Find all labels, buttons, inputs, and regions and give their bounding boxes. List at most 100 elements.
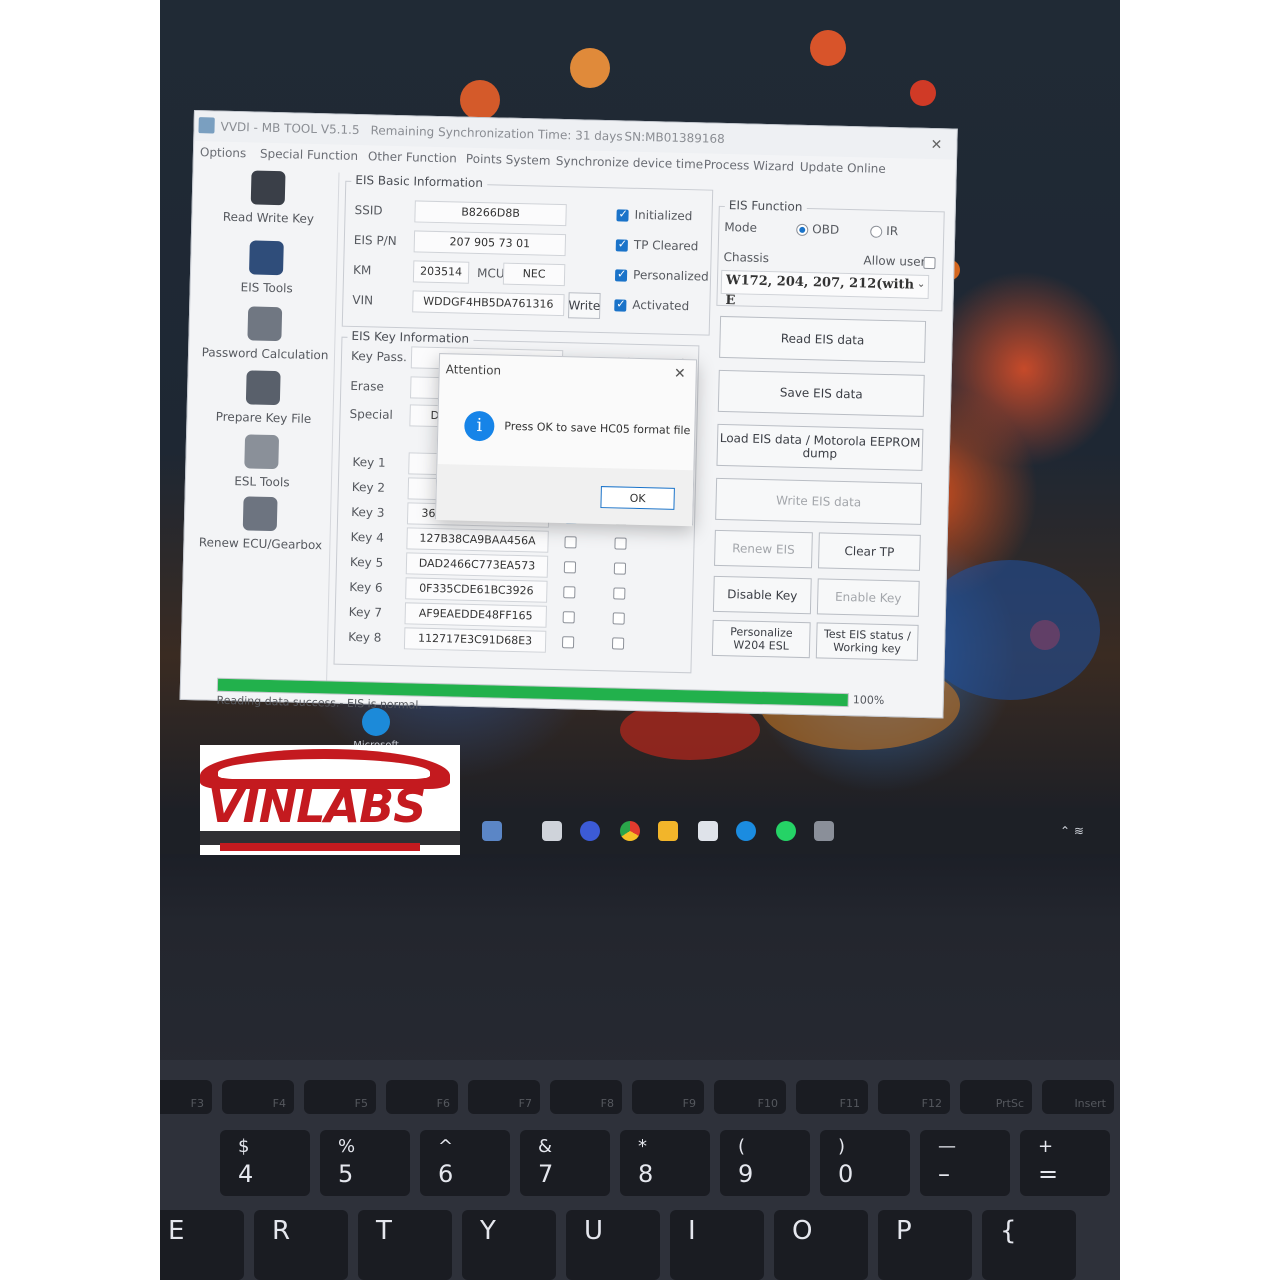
initialized-label: Initialized (634, 207, 693, 224)
ssid-field[interactable]: B8266D8B (414, 200, 567, 227)
allow-user-checkbox[interactable] (923, 256, 936, 270)
sidebar-item-renew-ecu-gearbox[interactable]: Renew ECU/Gearbox (190, 495, 331, 560)
number-key[interactable]: ^ 6 (420, 1130, 510, 1196)
key-value-field[interactable]: 0F335CDE61BC3926 (405, 577, 548, 603)
chassis-select[interactable]: W172, 204, 207, 212(with E (720, 269, 930, 308)
sidebar-item-esl-tools[interactable]: ESL Tools (192, 433, 333, 498)
meet-icon[interactable] (580, 821, 600, 841)
mcu-field[interactable]: NEC (502, 262, 566, 287)
function-key[interactable]: F11 (796, 1080, 868, 1114)
key-checkbox[interactable] (564, 536, 577, 549)
key-checkbox[interactable] (614, 537, 627, 550)
function-key[interactable]: Insert (1042, 1080, 1114, 1114)
letter-key[interactable]: U (566, 1210, 660, 1280)
key-label: Key 5 (349, 554, 384, 570)
vvdi-app-icon[interactable] (814, 821, 834, 841)
key-label: = (1038, 1160, 1059, 1188)
eis-pn-field[interactable]: 207 905 73 01 (413, 230, 567, 257)
key-value-field[interactable]: AF9EAEDDE48FF165 (404, 602, 547, 628)
chrome-icon[interactable] (620, 821, 640, 841)
function-key[interactable]: F5 (304, 1080, 376, 1114)
chevron-down-icon[interactable]: ⌄ (917, 279, 926, 290)
sidebar-item-prepare-key-file[interactable]: Prepare Key File (193, 369, 334, 434)
menu-special-function[interactable]: Special Function (260, 147, 358, 163)
function-key[interactable]: F6 (386, 1080, 458, 1114)
store-icon[interactable] (698, 821, 718, 841)
key-value-field[interactable]: 112717E3C91D68E3 (403, 627, 547, 653)
task-view-icon[interactable] (542, 821, 562, 841)
number-key[interactable]: $4 (220, 1130, 310, 1196)
key-checkbox[interactable] (561, 636, 575, 649)
key-value-field[interactable]: DAD2466C773EA573 (405, 552, 549, 578)
tp-cleared-label: TP Cleared (633, 237, 699, 254)
edge-icon[interactable] (736, 821, 756, 841)
key-checkbox[interactable] (613, 587, 626, 600)
disable-key-button[interactable]: Disable Key (712, 575, 812, 615)
key-checkbox[interactable] (613, 562, 627, 575)
tp-cleared-checkbox[interactable] (615, 239, 628, 252)
letter-key[interactable]: R (254, 1210, 348, 1280)
menu-update-online[interactable]: Update Online (800, 160, 886, 176)
widgets-icon[interactable] (482, 821, 502, 841)
km-field[interactable]: 203514 (412, 260, 470, 284)
letter-key[interactable]: O (774, 1210, 868, 1280)
menu-options[interactable]: Options (200, 145, 247, 160)
vin-write-button[interactable]: Write (568, 292, 601, 319)
letter-key[interactable]: { (982, 1210, 1076, 1280)
serial-number: SN:MB01389168 (624, 129, 725, 146)
load-eis-data-button[interactable]: Load EIS data / Motorola EEPROM dump (716, 423, 924, 471)
sidebar-item-eis-tools[interactable]: EIS Tools (196, 239, 337, 304)
menu-points-system[interactable]: Points System (466, 152, 551, 168)
function-key[interactable]: PrtSc (960, 1080, 1032, 1114)
function-key[interactable]: F10 (714, 1080, 786, 1114)
function-key[interactable]: F9 (632, 1080, 704, 1114)
ok-button[interactable]: OK (600, 486, 675, 510)
close-icon[interactable]: ✕ (930, 137, 942, 153)
key-checkbox[interactable] (612, 612, 625, 625)
function-key[interactable]: F7 (468, 1080, 540, 1114)
logo-underline (220, 843, 420, 851)
close-icon[interactable]: ✕ (674, 366, 686, 382)
key-checkbox[interactable] (611, 637, 625, 650)
function-key[interactable]: F8 (550, 1080, 622, 1114)
key-value-field[interactable]: 127B38CA9BAA456A (406, 527, 549, 553)
activated-checkbox[interactable] (614, 299, 627, 312)
file-explorer-icon[interactable] (658, 821, 678, 841)
number-key[interactable]: & 7 (520, 1130, 610, 1196)
number-key[interactable]: — – (920, 1130, 1010, 1196)
clear-tp-button[interactable]: Clear TP (817, 532, 921, 571)
key-checkbox[interactable] (563, 586, 576, 599)
key-checkbox[interactable] (562, 611, 575, 624)
key-checkbox[interactable] (563, 561, 577, 574)
menu-other-function[interactable]: Other Function (368, 149, 457, 165)
whatsapp-icon[interactable] (776, 821, 796, 841)
function-key[interactable]: F3 (160, 1080, 212, 1114)
personalized-checkbox[interactable] (614, 269, 628, 282)
function-key[interactable]: F12 (878, 1080, 950, 1114)
letter-key[interactable]: T (358, 1210, 452, 1280)
enable-key-button[interactable]: Enable Key (816, 578, 920, 617)
renew-eis-button[interactable]: Renew EIS (714, 529, 813, 569)
menu-process-wizard[interactable]: Process Wizard (704, 157, 795, 173)
number-key[interactable]: + = (1020, 1130, 1110, 1196)
sidebar-item-read-write-key[interactable]: Read Write Key (198, 169, 339, 234)
personalize-w204-esl-button[interactable]: Personalize W204 ESL (711, 619, 811, 659)
test-eis-status-button[interactable]: Test EIS status / Working key (815, 622, 919, 661)
write-eis-data-button[interactable]: Write EIS data (715, 477, 923, 525)
letter-key[interactable]: Y (462, 1210, 556, 1280)
letter-key[interactable]: P (878, 1210, 972, 1280)
initialized-checkbox[interactable] (616, 209, 629, 222)
save-eis-data-button[interactable]: Save EIS data (717, 369, 925, 417)
number-key[interactable]: % 5 (320, 1130, 410, 1196)
number-key[interactable]: (9 (720, 1130, 810, 1196)
menu-synchronize-device-time[interactable]: Synchronize device time (556, 154, 704, 172)
number-key[interactable]: ) 0 (820, 1130, 910, 1196)
sidebar-item-password-calculation[interactable]: Password Calculation (195, 305, 336, 370)
letter-key[interactable]: E (160, 1210, 244, 1280)
read-eis-data-button[interactable]: Read EIS data (719, 315, 927, 363)
letter-key[interactable]: I (670, 1210, 764, 1280)
number-key[interactable]: * 8 (620, 1130, 710, 1196)
system-tray-icon[interactable]: ⌃ ≋ (1060, 824, 1084, 838)
function-key[interactable]: F4 (222, 1080, 294, 1114)
vin-field[interactable]: WDDGF4HB5DA761316 (412, 290, 565, 317)
